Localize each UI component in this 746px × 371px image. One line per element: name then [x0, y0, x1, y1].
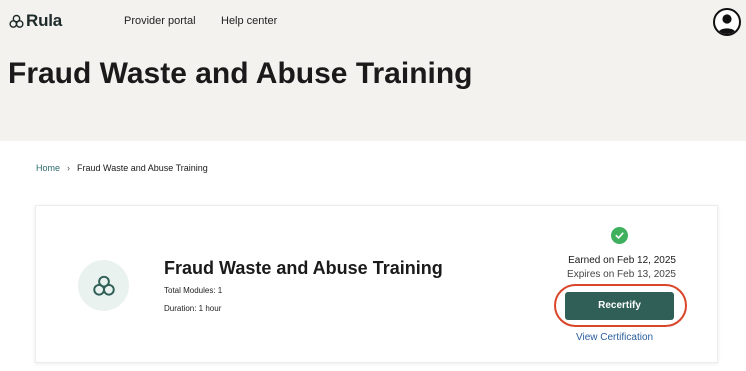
nav-provider-portal[interactable]: Provider portal [124, 14, 196, 28]
view-certification-link[interactable]: View Certification [576, 331, 653, 344]
breadcrumb: Home › Fraud Waste and Abuse Training [36, 162, 208, 174]
rula-logo[interactable]: Rula [8, 11, 62, 31]
recertify-button[interactable]: Recertify [565, 292, 674, 320]
page-title: Fraud Waste and Abuse Training [8, 57, 473, 90]
user-avatar-icon[interactable] [713, 8, 741, 36]
check-circle-icon [611, 227, 628, 244]
logo-text: Rula [26, 11, 63, 30]
rula-knot-icon [9, 14, 24, 28]
person-icon [717, 14, 737, 34]
breadcrumb-current: Fraud Waste and Abuse Training [77, 163, 208, 173]
course-icon [78, 260, 129, 311]
breadcrumb-chevron-icon: › [67, 163, 71, 173]
rula-knot-icon [92, 275, 115, 296]
header-hero: Rula Provider portal Help center Fraud W… [0, 0, 746, 141]
course-card: Fraud Waste and Abuse Training Total Mod… [35, 205, 718, 363]
earned-date: Earned on Feb 12, 2025 [568, 255, 676, 266]
course-title: Fraud Waste and Abuse Training [164, 258, 443, 278]
course-total-modules: Total Modules: 1 [164, 286, 223, 295]
expires-date: Expires on Feb 13, 2025 [567, 269, 676, 280]
checkmark-icon [615, 232, 624, 239]
course-duration: Duration: 1 hour [164, 304, 222, 313]
nav-help-center[interactable]: Help center [221, 14, 277, 28]
breadcrumb-home-link[interactable]: Home [36, 162, 60, 174]
